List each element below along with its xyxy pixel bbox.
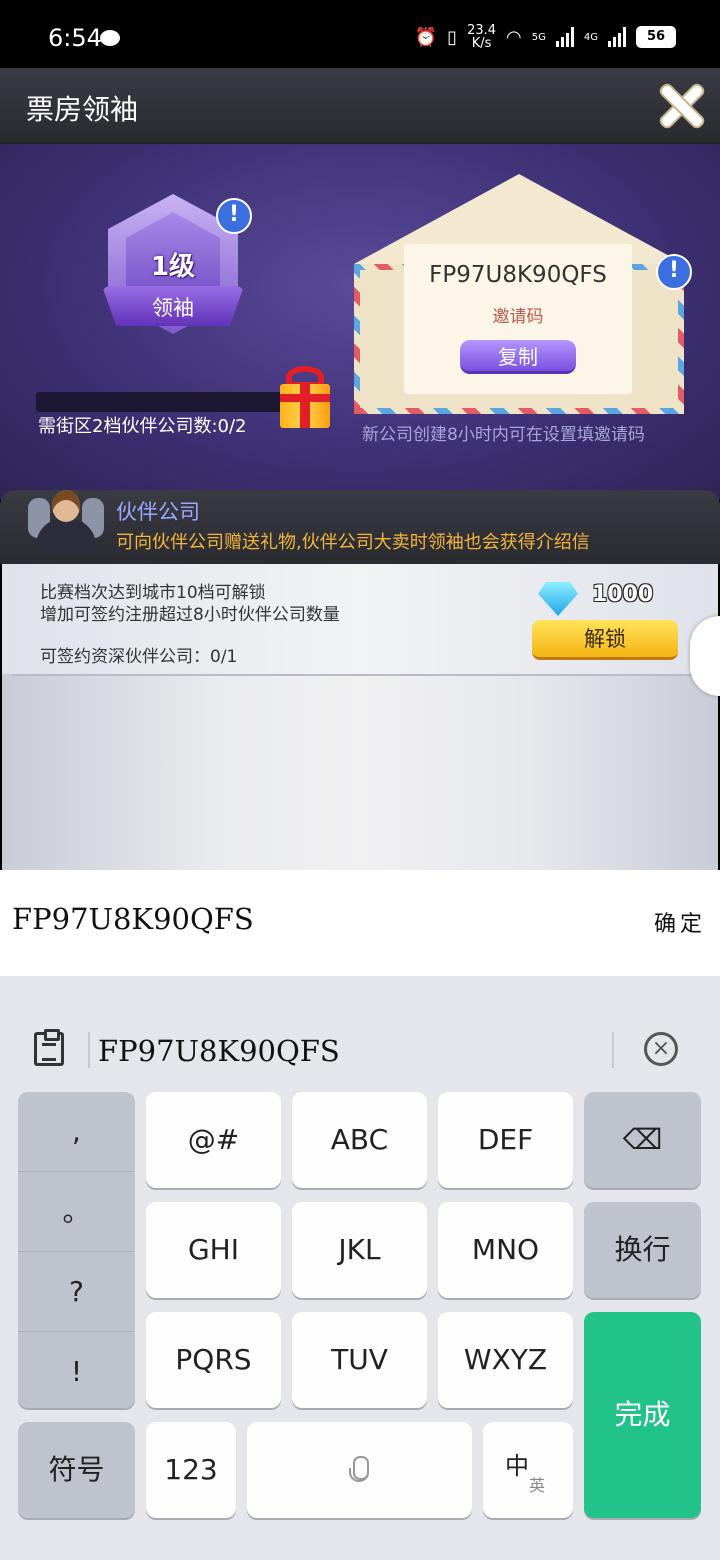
diamond-icon: [538, 582, 578, 616]
done-button[interactable]: 完成: [584, 1312, 701, 1518]
invite-envelope: FP97U8K90QFS 邀请码 复制: [354, 174, 684, 414]
key-tuv[interactable]: TUV: [292, 1312, 427, 1408]
status-bar: 6:54 ⏰ ▯ 23.4 K/s ◠ 5G 4G 56: [0, 0, 720, 68]
lang-sub: 英: [529, 1476, 546, 1495]
key-symbols-at[interactable]: @#: [146, 1092, 281, 1188]
gift-icon[interactable]: [276, 364, 332, 428]
key-exclamation[interactable]: !: [18, 1332, 135, 1412]
invite-info-icon[interactable]: !: [656, 254, 692, 290]
alarm-icon: ⏰: [414, 26, 438, 48]
invite-code-label: 邀请码: [492, 307, 544, 327]
key-numbers[interactable]: 123: [146, 1422, 236, 1518]
vibrate-icon: ▯: [447, 26, 458, 48]
leader-info-icon[interactable]: !: [216, 198, 252, 234]
screen: 6:54 ⏰ ▯ 23.4 K/s ◠ 5G 4G 56 票房领袖 1级 领袖 !: [0, 0, 720, 1560]
copy-button[interactable]: 复制: [460, 340, 576, 374]
keyboard: FP97U8K90QFS × , 。 ? ! @# ABC DEF ⌫ GHI …: [0, 976, 720, 1560]
key-mno[interactable]: MNO: [438, 1202, 573, 1298]
lang-main: 中: [505, 1452, 529, 1480]
key-newline[interactable]: 换行: [584, 1202, 701, 1298]
key-question[interactable]: ?: [18, 1252, 135, 1332]
partner-description: 可向伙伴公司赠送礼物,伙伴公司大卖时领袖也会获得介绍信: [116, 532, 590, 553]
diamond-cost: 1000: [592, 582, 654, 607]
network-speed: 23.4 K/s: [467, 23, 497, 51]
candidate-bar: FP97U8K90QFS ×: [0, 1020, 720, 1078]
key-def[interactable]: DEF: [438, 1092, 573, 1188]
unlock-benefit: 增加可签约注册超过8小时伙伴公司数量: [40, 605, 340, 625]
key-period[interactable]: 。: [18, 1172, 135, 1252]
divider: [612, 1032, 614, 1068]
invite-note: 新公司创建8小时内可在设置填邀请码: [362, 425, 645, 445]
key-abc[interactable]: ABC: [292, 1092, 427, 1188]
partner-title: 伙伴公司: [116, 500, 200, 524]
page-title: 票房领袖: [26, 93, 139, 126]
punctuation-column: , 。 ? !: [18, 1092, 135, 1408]
invite-code-input[interactable]: FP97U8K90QFS: [12, 902, 254, 936]
leader-title: 领袖: [152, 296, 194, 320]
signal-bars-2-icon: [608, 27, 626, 47]
microphone-icon: [349, 1456, 369, 1488]
language-toggle[interactable]: 中 英: [483, 1422, 573, 1518]
backspace-icon[interactable]: ⌫: [584, 1092, 701, 1188]
divider: [12, 674, 708, 676]
status-icons: ⏰ ▯ 23.4 K/s ◠ 5G 4G 56: [415, 24, 676, 50]
text-input-bar: FP97U8K90QFS 确定: [0, 870, 720, 976]
leader-requirement: 需街区2档伙伴公司数:0/2: [38, 416, 247, 437]
key-symbols[interactable]: 符号: [18, 1422, 135, 1518]
senior-partner-count: 可签约资深伙伴公司：0/1: [40, 647, 238, 667]
partner-avatar-icon: [28, 490, 104, 552]
leader-progress-bar: [36, 392, 282, 412]
leader-panel: 1级 领袖 ! 需街区2档伙伴公司数:0/2 FP97U8K90QFS 邀请码 …: [0, 144, 720, 500]
status-time: 6:54: [48, 24, 102, 52]
signal-bars-1-icon: [555, 27, 574, 47]
partner-unlock-row: 比赛档次达到城市10档可解锁 增加可签约注册超过8小时伙伴公司数量 可签约资深伙…: [2, 564, 718, 674]
confirm-button[interactable]: 确定: [654, 906, 706, 938]
unlock-button[interactable]: 解锁: [532, 620, 678, 660]
clear-icon[interactable]: ×: [644, 1032, 678, 1066]
chat-notification-icon: [100, 30, 120, 46]
clipboard-icon[interactable]: [34, 1029, 64, 1066]
key-comma[interactable]: ,: [18, 1092, 135, 1172]
partner-content: 比赛档次达到城市10档可解锁 增加可签约注册超过8小时伙伴公司数量 可签约资深伙…: [2, 564, 718, 872]
invite-code: FP97U8K90QFS: [429, 262, 607, 288]
space-key[interactable]: [247, 1422, 472, 1518]
leader-level: 1级: [150, 252, 196, 282]
divider: [88, 1032, 90, 1068]
key-ghi[interactable]: GHI: [146, 1202, 281, 1298]
candidate-text[interactable]: FP97U8K90QFS: [98, 1034, 340, 1068]
sim1-signal-icon: 5G: [531, 31, 546, 43]
battery-icon: 56: [636, 26, 676, 48]
key-pqrs[interactable]: PQRS: [146, 1312, 281, 1408]
sim2-signal-icon: 4G: [583, 31, 598, 43]
wifi-icon: ◠: [506, 26, 522, 48]
close-icon[interactable]: [658, 82, 704, 128]
key-jkl[interactable]: JKL: [292, 1202, 427, 1298]
key-wxyz[interactable]: WXYZ: [438, 1312, 573, 1408]
game-header: 票房领袖: [0, 68, 720, 144]
partner-header: 伙伴公司 可向伙伴公司赠送礼物,伙伴公司大卖时领袖也会获得介绍信: [0, 490, 720, 564]
